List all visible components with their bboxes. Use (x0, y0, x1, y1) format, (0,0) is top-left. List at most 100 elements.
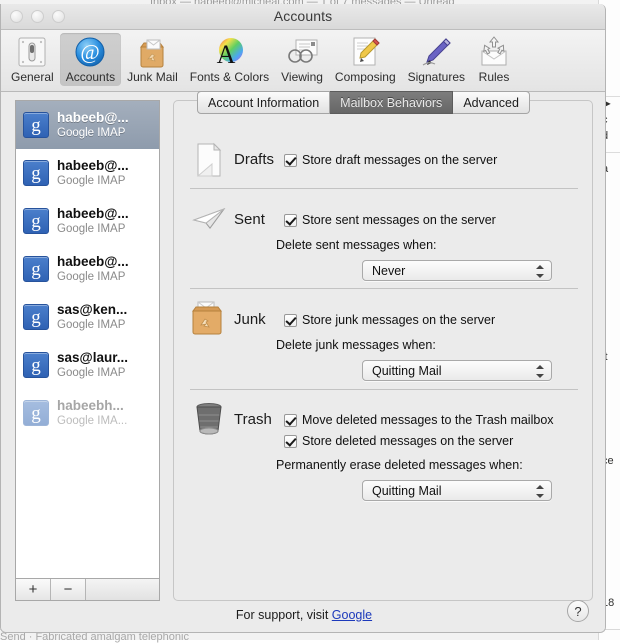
account-name: habeeb@... (57, 206, 129, 222)
account-type: Google IMAP (57, 174, 129, 188)
account-text: sas@ken... Google IMAP (57, 302, 127, 332)
drafts-store-checkbox-row[interactable]: Store draft messages on the server (284, 153, 497, 167)
tab-account-information[interactable]: Account Information (197, 91, 330, 114)
trash-erase-when-value: Quitting Mail (372, 484, 441, 498)
account-type: Google IMA... (57, 414, 127, 428)
account-list-item[interactable]: g habeeb@... Google IMAP (16, 245, 159, 293)
trash-move-checkbox-row[interactable]: Move deleted messages to the Trash mailb… (284, 413, 554, 427)
sent-delete-when-label: Delete sent messages when: (276, 238, 437, 252)
general-icon (15, 35, 49, 69)
junk-title: Junk (234, 311, 266, 328)
accounts-list-footer: + − (15, 578, 160, 601)
toolbar-label: Composing (335, 70, 396, 84)
account-type: Google IMAP (57, 366, 128, 380)
help-button[interactable]: ? (567, 600, 589, 622)
junk-delete-when-value: Quitting Mail (372, 364, 441, 378)
toolbar-label: General (11, 70, 54, 84)
toolbar-item-composing[interactable]: Composing (329, 33, 402, 86)
trash-move-label: Move deleted messages to the Trash mailb… (302, 413, 554, 427)
badge-letter: g (31, 404, 41, 423)
junk-delete-when-dropdown[interactable]: Quitting Mail (362, 360, 552, 381)
account-type: Google IMAP (57, 126, 129, 140)
account-list-item[interactable]: g sas@laur... Google IMAP (16, 341, 159, 389)
toolbar-item-accounts[interactable]: @ Accounts (60, 33, 121, 86)
badge-letter: g (31, 356, 41, 375)
account-name: habeeb@... (57, 110, 129, 126)
sent-title: Sent (234, 211, 265, 228)
signatures-icon (419, 35, 453, 69)
junk-store-checkbox-row[interactable]: Store junk messages on the server (284, 313, 495, 327)
viewing-icon (285, 35, 319, 69)
trash-store-checkbox-row[interactable]: Store deleted messages on the server (284, 434, 513, 448)
accounts-icon: @ (73, 35, 107, 69)
preferences-content: g habeeb@... Google IMAP g habeeb@... Go… (1, 92, 605, 633)
account-name: sas@ken... (57, 302, 127, 318)
tab-advanced[interactable]: Advanced (453, 91, 530, 114)
google-badge-icon: g (23, 352, 49, 378)
stepper-arrows-icon (536, 265, 544, 278)
google-badge-icon: g (23, 112, 49, 138)
account-settings-pane: Drafts Store draft messages on the serve… (173, 100, 593, 601)
account-text: habeeb@... Google IMAP (57, 206, 129, 236)
support-link[interactable]: Google (332, 608, 372, 622)
badge-letter: g (31, 260, 41, 279)
account-list-item[interactable]: g habeeb@... Google IMAP (16, 197, 159, 245)
trash-move-checkbox[interactable] (284, 414, 297, 427)
toolbar-label: Signatures (408, 70, 465, 84)
account-list-item[interactable]: g sas@ken... Google IMAP (16, 293, 159, 341)
junk-bag-icon (188, 299, 226, 337)
junk-store-label: Store junk messages on the server (302, 313, 495, 327)
section-divider (190, 188, 578, 189)
support-prefix: For support, visit (236, 608, 332, 622)
google-badge-icon: g (23, 160, 49, 186)
sent-delete-when-value: Never (372, 264, 405, 278)
account-text: habeeb@... Google IMAP (57, 110, 129, 140)
toolbar-item-junk-mail[interactable]: Junk Mail (121, 33, 184, 86)
drafts-title: Drafts (234, 151, 274, 168)
badge-letter: g (31, 116, 41, 135)
svg-text:A: A (217, 40, 236, 69)
sent-store-checkbox-row[interactable]: Store sent messages on the server (284, 213, 496, 227)
toolbar-label: Viewing (281, 70, 323, 84)
trash-erase-when-dropdown[interactable]: Quitting Mail (362, 480, 552, 501)
junk-delete-when-label: Delete junk messages when: (276, 338, 436, 352)
account-type: Google IMAP (57, 222, 129, 236)
composing-icon (348, 35, 382, 69)
account-list-item[interactable]: g habeeb@... Google IMAP (16, 101, 159, 149)
toolbar-label: Accounts (66, 70, 115, 84)
toolbar-label: Junk Mail (127, 70, 178, 84)
toolbar-item-rules[interactable]: Rules (471, 33, 517, 86)
window-title: Accounts (1, 8, 605, 24)
badge-letter: g (31, 212, 41, 231)
toolbar-label: Fonts & Colors (190, 70, 269, 84)
footer-spacer (86, 579, 159, 600)
svg-text:@: @ (81, 40, 100, 64)
stepper-arrows-icon (536, 485, 544, 498)
account-text: habeeb@... Google IMAP (57, 254, 129, 284)
add-account-button[interactable]: + (16, 579, 51, 600)
toolbar-item-fonts-colors[interactable]: A Fonts & Colors (184, 33, 275, 86)
account-type: Google IMAP (57, 270, 129, 284)
tab-mailbox-behaviors[interactable]: Mailbox Behaviors (330, 91, 453, 114)
trash-erase-when-label: Permanently erase deleted messages when: (276, 458, 523, 472)
toolbar-item-general[interactable]: General (5, 33, 60, 86)
google-badge-icon: g (23, 256, 49, 282)
drafts-store-checkbox[interactable] (284, 154, 297, 167)
account-list-item-disabled[interactable]: g habeebh... Google IMA... (16, 389, 159, 437)
junk-store-checkbox[interactable] (284, 314, 297, 327)
google-badge-icon: g (23, 400, 49, 426)
account-list-item[interactable]: g habeeb@... Google IMAP (16, 149, 159, 197)
sent-delete-when-dropdown[interactable]: Never (362, 260, 552, 281)
toolbar-item-viewing[interactable]: Viewing (275, 33, 329, 86)
sent-paper-plane-icon (190, 201, 228, 239)
accounts-list[interactable]: g habeeb@... Google IMAP g habeeb@... Go… (15, 100, 160, 578)
preferences-toolbar: General @ Accounts Junk Mail (1, 30, 605, 92)
window-titlebar: Accounts (1, 4, 605, 30)
trash-store-checkbox[interactable] (284, 435, 297, 448)
toolbar-item-signatures[interactable]: Signatures (402, 33, 471, 86)
remove-account-button[interactable]: − (51, 579, 86, 600)
sent-store-checkbox[interactable] (284, 214, 297, 227)
fonts-colors-icon: A (212, 35, 246, 69)
account-name: habeebh... (57, 398, 127, 414)
badge-letter: g (31, 164, 41, 183)
